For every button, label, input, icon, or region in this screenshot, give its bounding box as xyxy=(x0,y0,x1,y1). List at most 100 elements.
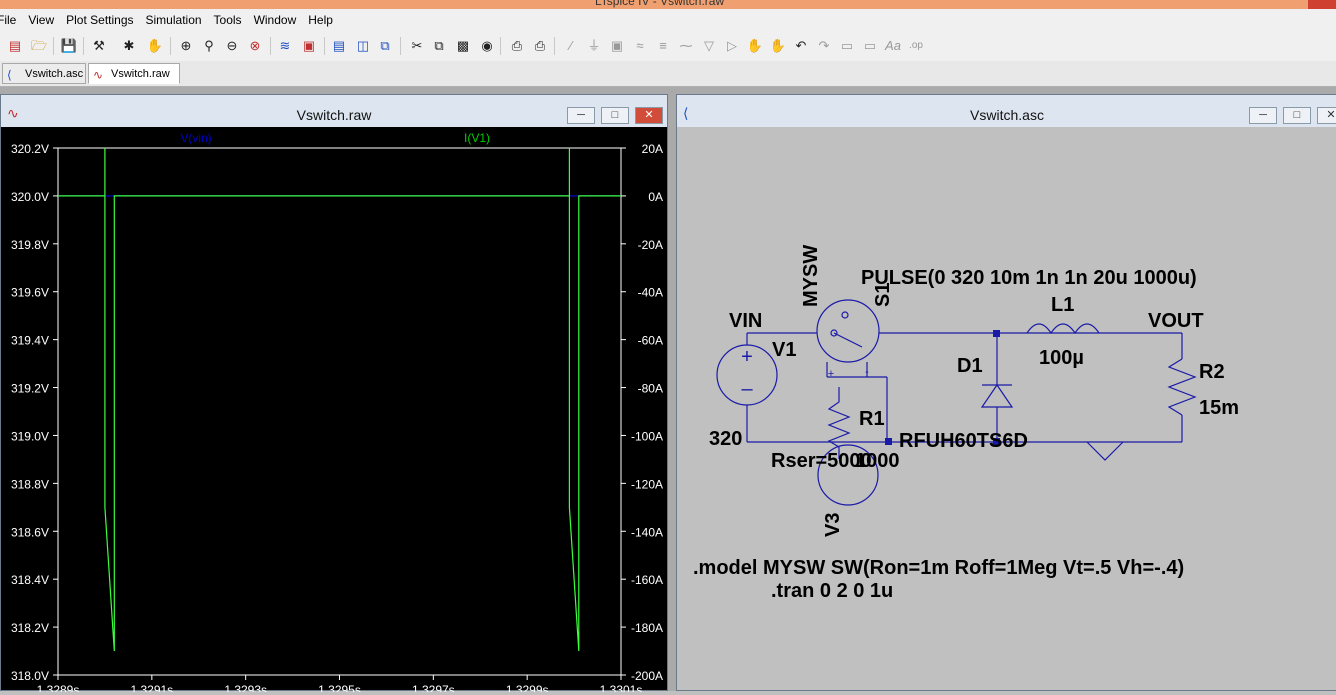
new-schematic-icon[interactable]: ▤ xyxy=(6,37,24,55)
maximize-button[interactable]: □ xyxy=(601,107,629,124)
r1-resistor-symbol[interactable] xyxy=(827,387,851,459)
d1-diode-symbol[interactable] xyxy=(980,383,1014,408)
svg-text:+: + xyxy=(741,346,753,368)
menu-plot-settings[interactable]: Plot Settings xyxy=(60,13,139,27)
halt-icon[interactable]: ✋ xyxy=(146,37,164,55)
y-right-tick-label: -180A xyxy=(631,621,663,635)
y-left-tick-label: 320.0V xyxy=(11,190,49,204)
diode-icon[interactable]: ▽ xyxy=(700,37,718,55)
component-icon[interactable]: ▷ xyxy=(723,37,741,55)
pick-traces-icon[interactable]: ▣ xyxy=(300,37,318,55)
spice-directive-icon[interactable]: .op xyxy=(907,37,925,55)
run-icon[interactable]: ✱ xyxy=(120,37,138,55)
y-left-tick-label: 319.0V xyxy=(11,429,49,443)
plot-pane[interactable]: 320.2V 320.0V 319.8V 319.6V 319.4V 319.2V 319.… xyxy=(1,127,669,695)
minimize-button[interactable]: ─ xyxy=(1249,107,1277,124)
schematic-drawing[interactable]: + – + - VIN VOUT V1 320 S1 MYSW PULSE(0 … xyxy=(677,127,1336,692)
d1-label: D1 xyxy=(957,355,983,377)
vin-net-label: VIN xyxy=(729,310,762,332)
trace-iv1 xyxy=(58,148,621,652)
r2-resistor-symbol[interactable] xyxy=(1167,358,1197,416)
menu-window[interactable]: Window xyxy=(248,13,303,27)
y-left-tick-label: 318.0V xyxy=(11,669,49,683)
mirror-icon[interactable]: ▭ xyxy=(861,37,879,55)
redo-icon[interactable]: ↷ xyxy=(815,37,833,55)
tab-label: Vswitch.raw xyxy=(111,68,170,80)
y-right-tick-label: -60A xyxy=(638,334,663,348)
s1-switch-symbol[interactable] xyxy=(816,299,880,363)
l1-inductor-symbol[interactable] xyxy=(1026,323,1100,335)
print-icon[interactable]: ⎙ xyxy=(531,37,549,55)
find-icon[interactable]: ◉ xyxy=(478,37,496,55)
zoom-pan-icon[interactable]: ⚲ xyxy=(200,37,218,55)
svg-text:-: - xyxy=(865,366,869,378)
text-icon[interactable]: Aa xyxy=(884,37,902,55)
save-icon[interactable]: 💾 xyxy=(60,37,78,55)
undo-icon[interactable]: ↶ xyxy=(792,37,810,55)
inductor-icon[interactable]: ⁓ xyxy=(677,37,695,55)
rotate-icon[interactable]: ▭ xyxy=(838,37,856,55)
ground-icon[interactable]: ⏚ xyxy=(585,37,603,55)
ground-symbol xyxy=(1086,441,1124,461)
y-left-tick-label: 319.6V xyxy=(11,286,49,300)
tab-vswitch-raw[interactable]: ∿ Vswitch.raw xyxy=(88,63,180,84)
y-right-tick-label: -80A xyxy=(638,382,663,396)
maximize-button[interactable]: □ xyxy=(1283,107,1311,124)
autorange-icon[interactable]: ≋ xyxy=(276,37,294,55)
tile-vertical-icon[interactable]: ◫ xyxy=(354,37,372,55)
schematic-window-titlebar[interactable]: ⟨ Vswitch.asc ─ □ ✕ xyxy=(677,95,1336,127)
resistor-icon[interactable]: ≈ xyxy=(631,37,649,55)
menu-help[interactable]: Help xyxy=(302,13,339,27)
tab-label: Vswitch.asc xyxy=(25,68,84,80)
menu-view[interactable]: View xyxy=(22,13,60,27)
schematic-canvas[interactable]: + – + - VIN VOUT V1 320 S1 MYSW PULSE(0 … xyxy=(677,127,1336,690)
menu-tools[interactable]: Tools xyxy=(208,13,248,27)
menu-simulation[interactable]: Simulation xyxy=(140,13,208,27)
y-left-tick-label: 320.2V xyxy=(11,142,49,156)
move-icon[interactable]: ✋ xyxy=(746,37,764,55)
svg-text:+: + xyxy=(828,368,834,380)
zoom-in-icon[interactable]: ⊕ xyxy=(177,37,195,55)
y-right-tick-label: -200A xyxy=(631,669,663,683)
y-left-tick-label: 318.4V xyxy=(11,573,49,587)
close-button[interactable]: ✕ xyxy=(635,107,663,124)
svg-text:–: – xyxy=(741,378,753,400)
label-net-icon[interactable]: ▣ xyxy=(608,37,626,55)
y-right-tick-label: 20A xyxy=(642,142,663,156)
waveform-chart[interactable]: 320.2V 320.0V 319.8V 319.6V 319.4V 319.2V 319.… xyxy=(1,127,669,695)
y-right-tick-label: 0A xyxy=(648,190,663,204)
zoom-fit-icon[interactable]: ⊗ xyxy=(246,37,264,55)
v1-value: 320 xyxy=(709,428,742,450)
r1-label: R1 xyxy=(859,408,885,430)
cascade-icon[interactable]: ⧉ xyxy=(376,37,394,55)
menu-file[interactable]: File xyxy=(0,13,22,27)
copy-icon[interactable]: ⧉ xyxy=(430,37,448,55)
y-left-tick-label: 319.2V xyxy=(11,382,49,396)
schematic-icon: ⟨ xyxy=(7,68,12,82)
tab-vswitch-asc[interactable]: ⟨ Vswitch.asc xyxy=(2,63,86,84)
toolbar: ▤ 🗁 💾 ⚒ ✱ ✋ ⊕ ⚲ ⊖ ⊗ ≋ ▣ ▤ ◫ ⧉ ✂ ⧉ ▩ ◉ ⎙ … xyxy=(0,31,1336,62)
y-right-tick-label: -40A xyxy=(638,286,663,300)
print-preview-icon[interactable]: ⎙ xyxy=(508,37,526,55)
control-panel-icon[interactable]: ⚒ xyxy=(90,37,108,55)
app-titlebar: LTspice IV - Vswitch.raw xyxy=(0,0,1336,9)
zoom-out-icon[interactable]: ⊖ xyxy=(223,37,241,55)
paste-icon[interactable]: ▩ xyxy=(454,37,472,55)
waveform-window-titlebar[interactable]: ∿ Vswitch.raw ─ □ ✕ xyxy=(1,95,667,127)
app-close-button[interactable] xyxy=(1308,0,1336,9)
drag-icon[interactable]: ✋ xyxy=(769,37,787,55)
close-button[interactable]: ✕ xyxy=(1317,107,1336,124)
r2-value: 15m xyxy=(1199,397,1239,419)
capacitor-icon[interactable]: ≡ xyxy=(654,37,672,55)
trace-label-iv1: I(V1) xyxy=(464,131,490,145)
wire-icon[interactable]: ∕ xyxy=(562,37,580,55)
minimize-button[interactable]: ─ xyxy=(567,107,595,124)
mdi-workspace: ∿ Vswitch.raw ─ □ ✕ 320.2V 320.0V 319.8V 31… xyxy=(0,87,1336,695)
open-folder-icon[interactable]: 🗁 xyxy=(30,37,48,55)
tile-horizontal-icon[interactable]: ▤ xyxy=(330,37,348,55)
l1-value: 100µ xyxy=(1039,347,1084,369)
y-left-tick-label: 318.2V xyxy=(11,621,49,635)
document-tab-bar: ⟨ Vswitch.asc ∿ Vswitch.raw xyxy=(0,61,1336,87)
y-right-tick-label: -160A xyxy=(631,573,663,587)
cut-icon[interactable]: ✂ xyxy=(408,37,426,55)
